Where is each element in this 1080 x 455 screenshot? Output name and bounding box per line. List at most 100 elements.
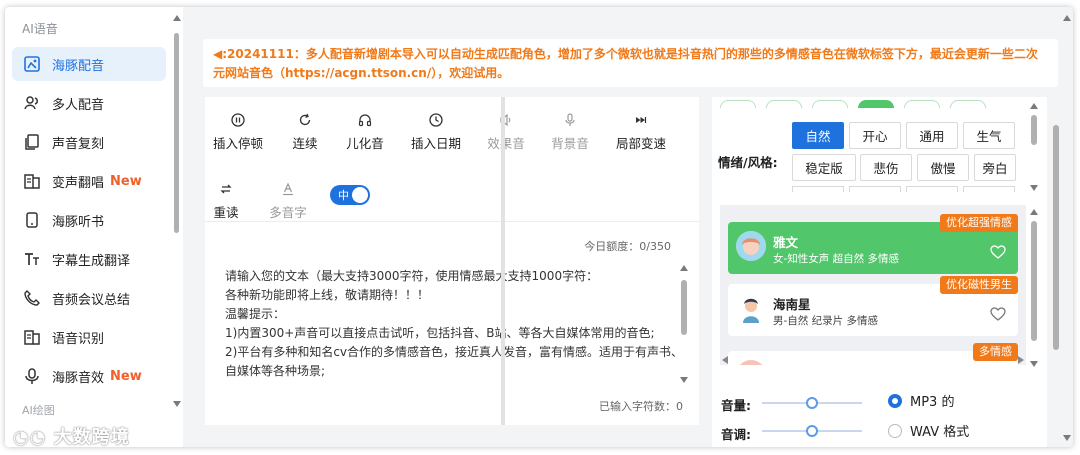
sidebar-item-audiobook[interactable]: 海豚听书 xyxy=(12,203,166,237)
emotion-scrollbar[interactable] xyxy=(1030,103,1038,193)
sound-effect-button[interactable]: 效果音 xyxy=(485,111,527,152)
tool-label: 多音字 xyxy=(269,205,307,220)
tool-label: 插入日期 xyxy=(410,136,461,151)
sidebar-item-label: 海豚音效 xyxy=(52,370,105,386)
sidebar-section-title: AI语音 xyxy=(22,22,58,36)
fast-forward-icon xyxy=(613,111,669,129)
sidebar-item-subtitle[interactable]: 字幕生成翻译 xyxy=(12,242,166,276)
divider xyxy=(501,97,505,425)
sidebar-item-sound-effects[interactable]: 海豚音效 New xyxy=(12,359,166,393)
char-count: 已输入字符数：0 xyxy=(599,400,683,413)
sidebar-item-multi-dubbing[interactable]: 多人配音 xyxy=(12,86,166,120)
voice-card[interactable]: 雅文 女-知性女声 超自然 多情感 优化超强情感 xyxy=(728,214,1018,274)
scrollbar-thumb[interactable] xyxy=(1053,125,1059,350)
sidebar-item-speech-recognition[interactable]: 语音识别 xyxy=(12,320,166,354)
slider-knob[interactable] xyxy=(806,425,818,437)
language-toggle[interactable]: 中 xyxy=(330,185,370,205)
emotion-happy-button[interactable]: 开心 xyxy=(849,122,901,149)
text-input[interactable]: 请输入您的文本（最大支持3000字符，使用情感最大支持1000字符： 各种新功能… xyxy=(225,267,680,389)
refresh-icon xyxy=(285,111,325,129)
polyphone-button[interactable]: 多音字 xyxy=(267,180,309,221)
scroll-right-icon[interactable] xyxy=(1018,356,1024,364)
emotion-stable-button[interactable]: 稳定版 xyxy=(792,154,856,181)
emotion-narration-button[interactable]: 旁白 xyxy=(974,154,1016,181)
scroll-down-icon[interactable] xyxy=(1030,361,1038,367)
volume-slider[interactable] xyxy=(762,397,862,409)
scrollbar-thumb[interactable] xyxy=(681,280,687,335)
sidebar-item-label: 海豚配音 xyxy=(52,58,105,74)
radio-label: MP3 的 xyxy=(910,395,955,410)
continuous-button[interactable]: 连续 xyxy=(285,111,325,152)
watermark-logo-icon: ◔◔ xyxy=(13,427,47,447)
heart-icon[interactable] xyxy=(990,306,1006,325)
scrollbar-thumb[interactable] xyxy=(1031,115,1037,145)
scroll-up-icon[interactable] xyxy=(680,265,688,271)
insert-date-button[interactable]: 插入日期 xyxy=(408,111,464,152)
avatar xyxy=(736,231,766,261)
voice-list-scrollbar[interactable] xyxy=(1030,209,1038,369)
editor-scrollbar[interactable] xyxy=(679,265,689,385)
avatar xyxy=(736,360,766,365)
voice-name: 雅文 xyxy=(773,235,799,250)
sidebar-item-label: 海豚听书 xyxy=(52,214,105,230)
heart-icon[interactable] xyxy=(990,244,1006,263)
pitch-slider[interactable] xyxy=(762,425,862,437)
scrollbar-thumb[interactable] xyxy=(174,33,179,233)
speaker-icon xyxy=(485,111,527,129)
placeholder-line: 温馨提示： xyxy=(225,307,286,321)
repeat-icon xyxy=(212,180,240,198)
scroll-up-icon[interactable] xyxy=(1030,103,1038,109)
sing-icon xyxy=(23,172,41,190)
voice-tag: 优化磁性男生 xyxy=(940,276,1018,294)
scroll-down-icon[interactable] xyxy=(1063,435,1071,441)
scroll-up-icon[interactable] xyxy=(1030,209,1038,215)
radio-checked-icon xyxy=(888,393,902,408)
emotion-sad-button[interactable]: 悲伤 xyxy=(860,154,912,181)
voice-card[interactable]: 海南星 男-自然 纪录片 多情感 优化磁性男生 xyxy=(728,276,1018,336)
editor-toolbar: 插入停顿 连续 儿化音 插入日期 效果音 背景音 局部变速 重读 多音字 中 xyxy=(205,97,699,222)
sidebar-item-voice-clone[interactable]: 声音复刻 xyxy=(12,125,166,159)
voice-tag: 多情感 xyxy=(973,343,1018,361)
sidebar-item-label: 语音识别 xyxy=(52,331,105,347)
emotion-angry-button[interactable]: 生气 xyxy=(963,122,1015,149)
background-music-button[interactable]: 背景音 xyxy=(549,111,591,152)
sidebar-item-meeting-summary[interactable]: 音频会议总结 xyxy=(12,281,166,315)
voice-settings-panel: 情绪/风格: 自然 开心 通用 生气 稳定版 悲伤 傲慢 旁白 雅文 女-知性女… xyxy=(712,97,1059,447)
main-scrollbar[interactable] xyxy=(1063,15,1071,445)
erhua-button[interactable]: 儿化音 xyxy=(343,111,387,152)
placeholder-line: 1)内置300+声音可以直接点击试听，包括抖音、B站、等各大自媒体常用的音色; xyxy=(225,326,655,340)
scroll-left-icon[interactable] xyxy=(722,356,728,364)
scroll-up-icon[interactable] xyxy=(173,15,181,21)
sidebar-item-label: 多人配音 xyxy=(52,97,105,113)
emotion-natural-button[interactable]: 自然 xyxy=(792,122,844,149)
panel-scrollbar[interactable] xyxy=(1052,117,1060,357)
microphone-icon xyxy=(23,367,41,385)
emotion-general-button[interactable]: 通用 xyxy=(906,122,958,149)
sidebar-item-dolphin-dubbing[interactable]: 海豚配音 xyxy=(12,47,166,81)
pause-icon xyxy=(212,111,264,129)
emotion-arrogant-button[interactable]: 傲慢 xyxy=(917,154,969,181)
volume-label: 音量: xyxy=(721,398,751,413)
reread-button[interactable]: 重读 xyxy=(212,180,240,221)
voice-name: 欣欣 xyxy=(773,361,798,365)
format-wav-radio[interactable]: WAV 格式 xyxy=(888,421,969,440)
local-speed-button[interactable]: 局部变速 xyxy=(613,111,669,152)
voice-card[interactable]: 欣欣 多情感 xyxy=(728,343,1018,365)
sidebar: AI语音 海豚配音 多人配音 声音复刻 变声翻唱 New 海豚听书 字幕生成翻译… xyxy=(5,7,183,447)
placeholder-line: 2)平台有多种和知名cv合作的多情感音色，接近真人发音，富有情感。适用于有声书、 xyxy=(225,345,680,359)
insert-pause-button[interactable]: 插入停顿 xyxy=(212,111,264,152)
slider-knob[interactable] xyxy=(806,397,818,409)
sidebar-item-voice-change[interactable]: 变声翻唱 New xyxy=(12,164,166,198)
scroll-up-icon[interactable] xyxy=(1063,15,1071,21)
sidebar-item-label: 音频会议总结 xyxy=(52,292,131,308)
voice-desc: 男-自然 纪录片 多情感 xyxy=(773,315,878,327)
scroll-down-icon[interactable] xyxy=(173,401,181,407)
scrollbar-thumb[interactable] xyxy=(1031,221,1037,341)
copy-icon xyxy=(23,133,41,151)
scroll-down-icon[interactable] xyxy=(1030,185,1038,191)
format-mp3-radio[interactable]: MP3 的 xyxy=(888,391,954,410)
sidebar-scrollbar[interactable] xyxy=(173,15,181,415)
sidebar-item-label: 字幕生成翻译 xyxy=(52,253,131,269)
scroll-down-icon[interactable] xyxy=(680,377,688,383)
sidebar-item-label: 声音复刻 xyxy=(52,136,105,152)
